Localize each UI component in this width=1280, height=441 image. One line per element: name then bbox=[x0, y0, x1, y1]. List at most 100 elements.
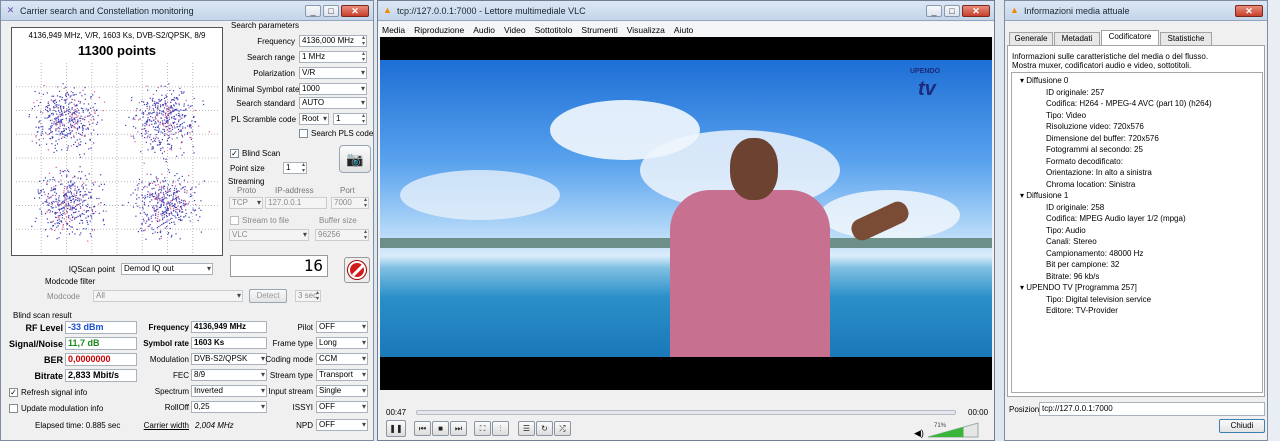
fullscreen-button[interactable]: ⛶ bbox=[474, 421, 491, 436]
refresh-signal-checkbox[interactable]: ✓ bbox=[9, 388, 18, 397]
constellation-point bbox=[63, 125, 65, 127]
tree-node[interactable]: ▾ UPENDO TV [Programma 257] bbox=[1020, 283, 1137, 292]
constellation-point bbox=[168, 83, 170, 85]
player-select[interactable]: VLC bbox=[229, 229, 309, 241]
point-size-input[interactable]: 1 bbox=[283, 162, 307, 174]
constellation-point bbox=[174, 121, 176, 123]
input-stream-select[interactable]: Single bbox=[316, 385, 368, 397]
constellation-point bbox=[54, 144, 56, 146]
stop-icon[interactable] bbox=[344, 257, 370, 283]
menu-video[interactable]: Video bbox=[504, 25, 526, 35]
issyi-select[interactable]: OFF bbox=[316, 401, 368, 413]
constellation-point bbox=[160, 191, 162, 193]
constellation-point bbox=[174, 185, 176, 187]
next-button[interactable]: ⏭ bbox=[450, 421, 467, 436]
constellation-point bbox=[158, 100, 160, 102]
constellation-point bbox=[169, 89, 171, 91]
menu-riproduzione[interactable]: Riproduzione bbox=[414, 25, 464, 35]
search-pls-checkbox[interactable] bbox=[299, 129, 308, 138]
constellation-point bbox=[191, 120, 193, 122]
spectrum-select[interactable]: Inverted bbox=[191, 385, 267, 397]
menu-media[interactable]: Media bbox=[382, 25, 405, 35]
modcode-select[interactable]: All bbox=[93, 290, 243, 302]
close-button[interactable]: ✕ bbox=[341, 4, 369, 17]
pilot-select[interactable]: OFF bbox=[316, 321, 368, 333]
detect-time-input[interactable]: 3 sec bbox=[295, 290, 321, 302]
port-input[interactable]: 7000 bbox=[331, 197, 369, 209]
frequency-input[interactable]: 4136,000 MHz bbox=[299, 35, 367, 47]
constellation-point bbox=[149, 106, 151, 108]
tree-node[interactable]: ▾ Diffusione 1 bbox=[1020, 191, 1068, 200]
info-close-button[interactable]: ✕ bbox=[1235, 4, 1263, 17]
location-input[interactable]: tcp://127.0.0.1:7000 bbox=[1039, 402, 1265, 416]
previous-button[interactable]: ⏮ bbox=[414, 421, 431, 436]
volume-slider[interactable] bbox=[928, 422, 980, 438]
buffer-input[interactable]: 96256 bbox=[315, 229, 369, 241]
coding-mode-select[interactable]: CCM bbox=[316, 353, 368, 365]
vlc-minimize-button[interactable]: _ bbox=[926, 4, 942, 17]
tree-node[interactable]: ▾ Diffusione 0 bbox=[1020, 76, 1068, 85]
stop-button[interactable]: ■ bbox=[432, 421, 449, 436]
constellation-point bbox=[146, 186, 148, 188]
tab-metadati[interactable]: Metadati bbox=[1054, 32, 1100, 45]
tab-codificatore[interactable]: Codificatore bbox=[1101, 30, 1159, 45]
min-symbol-rate-select[interactable]: 1000 bbox=[299, 83, 367, 95]
proto-select[interactable]: TCP bbox=[229, 197, 263, 209]
search-standard-select[interactable]: AUTO bbox=[299, 97, 367, 109]
menu-sottotitolo[interactable]: Sottotitolo bbox=[535, 25, 573, 35]
constellation-point bbox=[71, 124, 73, 127]
modulation-select[interactable]: DVB-S2/QPSK bbox=[191, 353, 267, 365]
constellation-point bbox=[59, 220, 61, 222]
constellation-point bbox=[51, 221, 53, 223]
extended-settings-button[interactable]: ⫶ bbox=[492, 421, 509, 436]
tab-generale[interactable]: Generale bbox=[1009, 32, 1053, 45]
playlist-button[interactable]: ☰ bbox=[518, 421, 535, 436]
constellation-point bbox=[83, 182, 85, 184]
fec-select[interactable]: 8/9 bbox=[191, 369, 267, 381]
screenshot-button[interactable]: 📷 bbox=[339, 145, 371, 173]
seek-bar[interactable] bbox=[416, 410, 956, 415]
close-dialog-button[interactable]: Chiudi bbox=[1219, 419, 1265, 433]
constellation-point bbox=[50, 203, 52, 205]
npd-select[interactable]: OFF bbox=[316, 419, 368, 431]
constellation-point bbox=[47, 105, 49, 107]
constellation-point bbox=[57, 212, 59, 214]
constellation-point bbox=[72, 216, 74, 218]
pl-scramble-mode-select[interactable]: Root bbox=[299, 113, 329, 125]
menu-audio[interactable]: Audio bbox=[473, 25, 495, 35]
speaker-icon[interactable]: ◀) bbox=[914, 428, 924, 439]
update-modulation-checkbox[interactable] bbox=[9, 404, 18, 413]
constellation-point bbox=[65, 114, 67, 116]
menu-visualizza[interactable]: Visualizza bbox=[627, 25, 665, 35]
pl-scramble-input[interactable]: 1 bbox=[333, 113, 367, 125]
menu-strumenti[interactable]: Strumenti bbox=[581, 25, 617, 35]
constellation-point bbox=[158, 238, 161, 240]
search-range-input[interactable]: 1 MHz bbox=[299, 51, 367, 63]
constellation-point bbox=[71, 130, 73, 132]
detect-button[interactable]: Detect bbox=[249, 289, 287, 303]
ip-input[interactable]: 127.0.0.1 bbox=[265, 197, 327, 209]
minimize-button[interactable]: _ bbox=[305, 4, 321, 17]
blind-scan-checkbox[interactable]: ✓ bbox=[230, 149, 239, 158]
constellation-point bbox=[55, 123, 57, 125]
vlc-title-bar: ▲ tcp://127.0.0.1:7000 - Lettore multime… bbox=[378, 1, 994, 21]
tab-statistiche[interactable]: Statistiche bbox=[1160, 32, 1212, 45]
vlc-maximize-button[interactable]: □ bbox=[944, 4, 960, 17]
polarization-select[interactable]: V/R bbox=[299, 67, 367, 79]
constellation-point bbox=[146, 101, 148, 104]
play-button[interactable]: ❚❚ bbox=[386, 420, 406, 437]
rolloff-select[interactable]: 0,25 bbox=[191, 401, 267, 413]
constellation-point bbox=[59, 172, 61, 174]
stream-type-select[interactable]: Transport bbox=[316, 369, 368, 381]
maximize-button[interactable]: □ bbox=[323, 4, 339, 17]
constellation-point bbox=[177, 97, 179, 99]
loop-button[interactable]: ↻ bbox=[536, 421, 553, 436]
menu-aiuto[interactable]: Aiuto bbox=[674, 25, 693, 35]
video-area[interactable]: UPENDO tv bbox=[380, 37, 992, 390]
iqscan-select[interactable]: Demod IQ out bbox=[121, 263, 213, 275]
vlc-close-button[interactable]: ✕ bbox=[962, 4, 990, 17]
frame-type-select[interactable]: Long bbox=[316, 337, 368, 349]
constellation-point bbox=[80, 199, 82, 201]
stream-file-checkbox[interactable] bbox=[230, 216, 239, 225]
shuffle-button[interactable]: ⤮ bbox=[554, 421, 571, 436]
